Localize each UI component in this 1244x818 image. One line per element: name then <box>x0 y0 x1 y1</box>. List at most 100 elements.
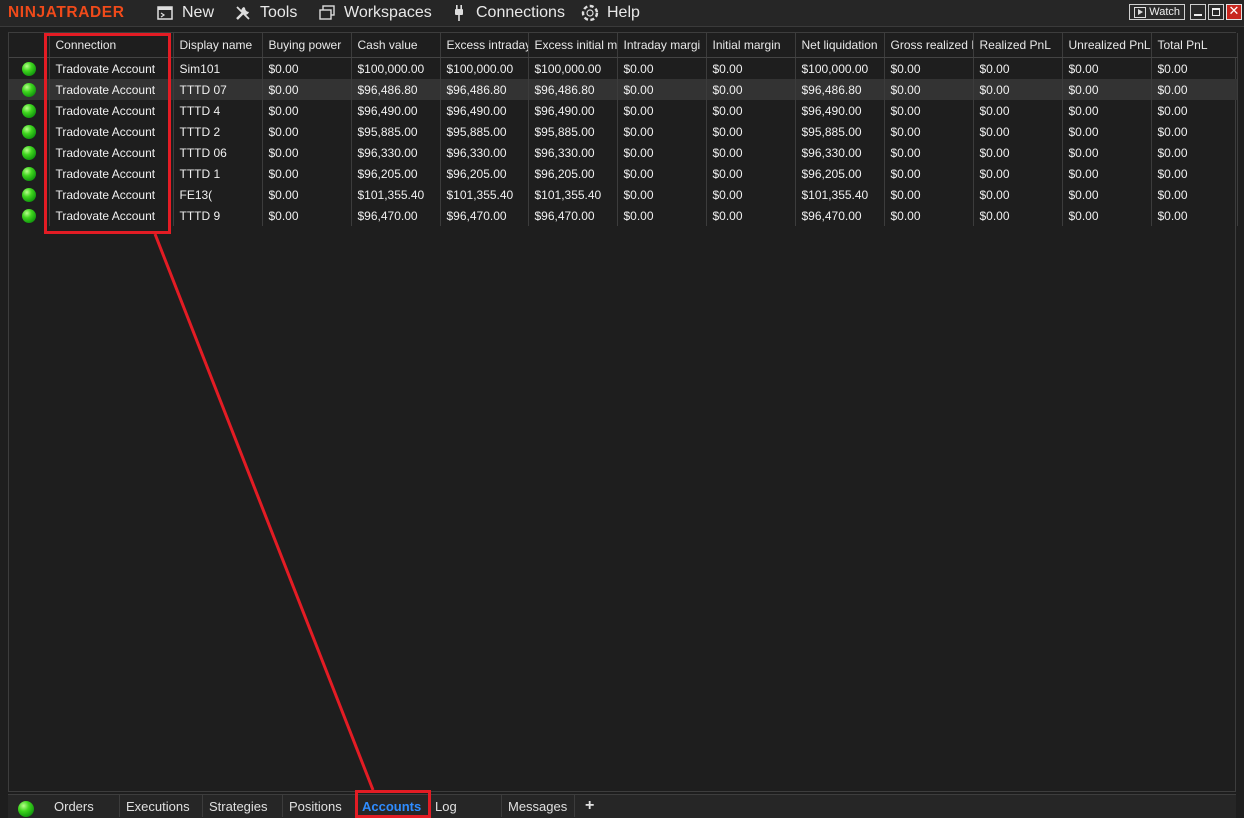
status-cell <box>9 79 50 100</box>
value-cell: $95,885.00 <box>795 121 885 142</box>
display-name-cell: TTTD 4 <box>173 100 263 121</box>
connection-cell: Tradovate Account <box>49 142 174 163</box>
column-header[interactable]: Realized PnL <box>973 33 1063 58</box>
value-cell: $0.00 <box>1151 163 1238 184</box>
minimize-button[interactable] <box>1190 4 1206 20</box>
connection-status-icon <box>21 208 36 223</box>
value-cell: $96,490.00 <box>351 100 441 121</box>
menu-connections[interactable]: Connections <box>450 3 565 23</box>
display-name-cell: TTTD 1 <box>173 163 263 184</box>
value-cell: $0.00 <box>1062 205 1152 226</box>
help-lifebuoy-icon <box>581 4 599 22</box>
value-cell: $96,205.00 <box>795 163 885 184</box>
tab-messages[interactable]: Messages <box>502 795 575 817</box>
tools-icon <box>234 4 252 22</box>
value-cell: $0.00 <box>262 163 352 184</box>
tab-orders[interactable]: Orders <box>48 795 120 817</box>
tab-positions[interactable]: Positions <box>283 795 356 817</box>
tab-strategies[interactable]: Strategies <box>203 795 283 817</box>
add-tab-button[interactable]: + <box>585 797 594 815</box>
column-header[interactable]: Total PnL <box>1151 33 1238 58</box>
value-cell: $0.00 <box>617 142 707 163</box>
connection-status-icon <box>21 145 36 160</box>
value-cell: $0.00 <box>617 205 707 226</box>
table-row[interactable]: Tradovate Account TTTD 4 $0.00 $96,490.00 $9… <box>9 100 1238 121</box>
column-header[interactable]: Net liquidation <box>795 33 885 58</box>
value-cell: $0.00 <box>706 121 796 142</box>
menu-new[interactable]: New <box>156 3 214 23</box>
menu-tools[interactable]: Tools <box>234 3 297 23</box>
column-header[interactable]: Cash value <box>351 33 441 58</box>
tab-accounts[interactable]: Accounts <box>356 795 429 817</box>
table-row[interactable]: Tradovate Account FE13($0.00 $101,355.40 $1… <box>9 184 1238 205</box>
value-cell: $0.00 <box>884 100 974 121</box>
column-header-status[interactable] <box>9 33 50 58</box>
table-row[interactable]: Tradovate Account TTTD 07 $0.00 $96,486.80 $… <box>9 79 1238 100</box>
value-cell: $0.00 <box>1062 163 1152 184</box>
column-header[interactable]: Connection <box>49 33 174 58</box>
status-cell <box>9 184 50 205</box>
menu-workspaces[interactable]: Workspaces <box>318 3 432 23</box>
column-header[interactable]: Gross realized I <box>884 33 974 58</box>
tab-orders-label: Orders <box>54 798 94 814</box>
value-cell: $0.00 <box>617 184 707 205</box>
value-cell: $0.00 <box>617 163 707 184</box>
value-cell: $96,470.00 <box>440 205 529 226</box>
table-row[interactable]: Tradovate Account TTTD 06 $0.00 $96,330.00 $… <box>9 142 1238 163</box>
window-controls: Watch ✕ <box>1129 4 1242 20</box>
table-row[interactable]: Tradovate Account Sim101 $0.00 $100,000.00 $… <box>9 57 1238 79</box>
menu-new-label: New <box>182 4 215 21</box>
maximize-button[interactable] <box>1208 4 1224 20</box>
value-cell: $0.00 <box>884 163 974 184</box>
table-row[interactable]: Tradovate Account TTTD 2 $0.00 $95,885.00 $9… <box>9 121 1238 142</box>
value-cell: $0.00 <box>262 57 352 79</box>
value-cell: $100,000.00 <box>351 57 441 79</box>
column-header[interactable]: Initial margin <box>706 33 796 58</box>
value-cell: $0.00 <box>262 184 352 205</box>
connection-cell: Tradovate Account <box>49 121 174 142</box>
watch-button[interactable]: Watch <box>1129 4 1185 20</box>
column-header[interactable]: Display name <box>173 33 263 58</box>
value-cell: $0.00 <box>617 79 707 100</box>
value-cell: $0.00 <box>1151 121 1238 142</box>
value-cell: $100,000.00 <box>528 57 618 79</box>
value-cell: $0.00 <box>973 100 1063 121</box>
value-cell: $96,486.80 <box>528 79 618 100</box>
display-name-cell: Sim101 <box>173 57 263 79</box>
value-cell: $0.00 <box>262 79 352 100</box>
tab-positions-label: Positions <box>289 798 342 814</box>
connection-cell: Tradovate Account <box>49 163 174 184</box>
menu-help[interactable]: Help <box>581 3 640 23</box>
column-header[interactable]: Unrealized PnL <box>1062 33 1152 58</box>
tab-log-label: Log <box>435 798 457 814</box>
tab-log[interactable]: Log <box>429 795 502 817</box>
tab-strategies-label: Strategies <box>209 798 268 814</box>
column-header[interactable]: Excess initial m <box>528 33 618 58</box>
menu-tools-label: Tools <box>260 4 298 21</box>
value-cell: $0.00 <box>973 121 1063 142</box>
column-header[interactable]: Excess intraday <box>440 33 529 58</box>
display-name-cell: TTTD 07 <box>173 79 263 100</box>
value-cell: $96,330.00 <box>795 142 885 163</box>
value-cell: $0.00 <box>1151 100 1238 121</box>
table-row[interactable]: Tradovate Account TTTD 9 $0.00 $96,470.00 $9… <box>9 205 1238 226</box>
value-cell: $96,330.00 <box>528 142 618 163</box>
table-row[interactable]: Tradovate Account TTTD 1 $0.00 $96,205.00 $9… <box>9 163 1238 184</box>
value-cell: $0.00 <box>706 184 796 205</box>
value-cell: $101,355.40 <box>440 184 529 205</box>
column-header[interactable]: Intraday margi <box>617 33 707 58</box>
connection-status-icon <box>21 124 36 139</box>
value-cell: $0.00 <box>884 205 974 226</box>
connection-cell: Tradovate Account <box>49 79 174 100</box>
value-cell: $0.00 <box>706 163 796 184</box>
column-header[interactable]: Buying power <box>262 33 352 58</box>
value-cell: $96,205.00 <box>440 163 529 184</box>
close-button[interactable]: ✕ <box>1226 4 1242 20</box>
menu-workspaces-label: Workspaces <box>344 4 432 21</box>
value-cell: $0.00 <box>884 184 974 205</box>
connection-status-icon <box>18 798 34 817</box>
tab-executions[interactable]: Executions <box>120 795 203 817</box>
value-cell: $0.00 <box>262 142 352 163</box>
value-cell: $0.00 <box>617 100 707 121</box>
table-header-row: Connection Display name Buying power Cash v… <box>9 33 1238 58</box>
